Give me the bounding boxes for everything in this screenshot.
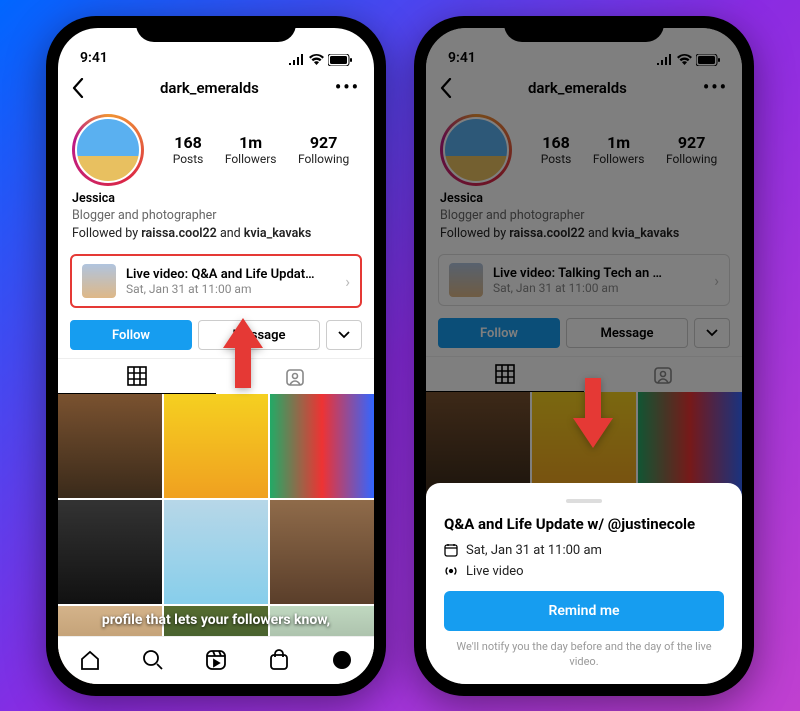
post-cell[interactable]: [164, 500, 268, 604]
broadcast-icon: [444, 564, 458, 578]
notch: [136, 16, 296, 42]
bottom-nav: [58, 636, 374, 684]
sheet-note: We'll notify you the day before and the …: [444, 639, 724, 670]
stat-posts[interactable]: 168Posts: [173, 133, 204, 166]
search-icon[interactable]: [142, 649, 164, 671]
home-icon[interactable]: [79, 649, 101, 671]
more-icon[interactable]: •••: [335, 77, 360, 98]
avatar[interactable]: [72, 114, 144, 186]
live-title: Live video: Q&A and Life Updat…: [126, 267, 335, 282]
status-time: 9:41: [80, 50, 108, 66]
follow-button[interactable]: Follow: [70, 320, 192, 350]
tab-grid[interactable]: [58, 359, 216, 394]
sheet-title: Q&A and Life Update w/ @justinecole: [444, 515, 724, 533]
bio: Jessica Blogger and photographer Followe…: [58, 188, 374, 251]
profile-tabs: [58, 358, 374, 394]
header-username: dark_emeralds: [160, 79, 259, 97]
profile-icon[interactable]: [331, 649, 353, 671]
tagged-icon: [285, 367, 305, 387]
phone-left: 9:41 dark_emeralds ••• 168Posts 1mFollow…: [46, 16, 386, 696]
profile-header: 168Posts 1mFollowers 927Following: [58, 108, 374, 188]
followed-by: Followed by raissa.cool22 and kvia_kavak…: [72, 225, 360, 243]
annotation-arrow-up: [218, 318, 268, 388]
wifi-icon: [309, 54, 324, 65]
status-indicators: [289, 54, 352, 66]
reels-icon[interactable]: [205, 649, 227, 671]
notch: [504, 16, 664, 42]
stat-following[interactable]: 927Following: [298, 133, 349, 166]
sheet-type: Live video: [444, 564, 724, 579]
bio-subtitle: Blogger and photographer: [72, 207, 360, 225]
calendar-icon: [444, 543, 458, 557]
title-bar: dark_emeralds •••: [58, 68, 374, 108]
live-time: Sat, Jan 31 at 11:00 am: [126, 282, 335, 296]
shop-icon[interactable]: [268, 649, 290, 671]
post-cell[interactable]: [164, 394, 268, 498]
overlay-caption: profile that lets your followers know,: [58, 612, 374, 628]
suggestions-button[interactable]: [326, 320, 362, 350]
reminder-sheet: Q&A and Life Update w/ @justinecole Sat,…: [426, 483, 742, 684]
stats: 168Posts 1mFollowers 927Following: [162, 133, 360, 166]
post-cell[interactable]: [58, 500, 162, 604]
scheduled-live-card[interactable]: Live video: Q&A and Life Updat… Sat, Jan…: [70, 254, 362, 308]
remind-me-button[interactable]: Remind me: [444, 591, 724, 631]
live-thumb: [82, 264, 116, 298]
action-buttons: Follow Message: [58, 312, 374, 358]
post-cell[interactable]: [270, 394, 374, 498]
chevron-right-icon: ›: [345, 272, 350, 291]
sheet-grabber[interactable]: [566, 499, 602, 503]
bio-name: Jessica: [72, 190, 360, 208]
screen: 9:41 dark_emeralds ••• 168Posts 1mFollow…: [58, 28, 374, 684]
back-icon[interactable]: [72, 78, 84, 98]
sheet-date: Sat, Jan 31 at 11:00 am: [444, 543, 724, 558]
battery-icon: [328, 54, 352, 66]
grid-icon: [127, 366, 147, 386]
phone-right: 9:41 dark_emeralds ••• 168Posts 1mFollow…: [414, 16, 754, 696]
stat-followers[interactable]: 1mFollowers: [225, 133, 277, 166]
post-cell[interactable]: [58, 394, 162, 498]
annotation-arrow-down: [568, 378, 618, 448]
signal-icon: [289, 54, 305, 65]
screen: 9:41 dark_emeralds ••• 168Posts 1mFollow…: [426, 28, 742, 684]
post-cell[interactable]: [270, 500, 374, 604]
